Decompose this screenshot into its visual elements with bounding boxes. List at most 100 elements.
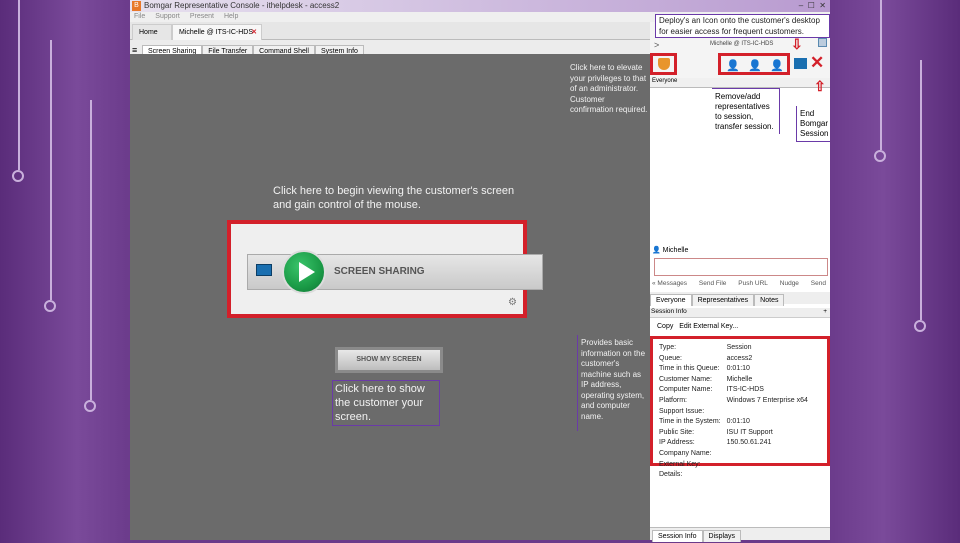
show-my-screen-button[interactable]: SHOW MY SCREEN [335,347,443,373]
messages-button[interactable]: « Messages [652,280,687,287]
session-info-table: Type: Session Queue: access2 Time in this Qu… [655,342,812,482]
tab-home[interactable]: Home [132,24,172,40]
nudge-button[interactable]: Nudge [780,280,799,287]
representatives-toolbar: 👤 👤 👤 [718,53,790,75]
chat-actions: « Messages Send File Push URL Nudge Send [652,280,830,287]
info-key: Details: [659,471,683,479]
circuit-node [874,150,886,162]
info-value: Session [726,344,752,351]
monitor-icon [256,264,272,276]
window-title: Bomgar Representative Console - ithelpde… [144,1,340,10]
menu-support[interactable]: Support [155,13,180,20]
close-window-button[interactable]: ✕ [819,1,826,10]
info-value: Windows 7 Enterprise x64 [726,396,808,404]
session-info-header: Session Info + [650,308,830,318]
session-info-row: Company Name: [657,450,810,459]
collapse-arrow-icon[interactable]: > [654,40,659,50]
info-value: ITS-IC-HDS [726,386,764,394]
info-key: Customer Name: [659,375,712,383]
send-file-button[interactable]: Send File [699,280,726,287]
circuit-line [880,0,882,150]
info-key: IP Address: [659,439,695,447]
bottom-tabs: Session Info Displays [650,527,830,542]
shield-icon [658,58,670,70]
circuit-node [914,320,926,332]
session-info-row: Computer Name: ITS-IC-HDS [657,386,810,395]
end-session-hint: End Bomgar Session [796,106,830,142]
menu-file[interactable]: File [134,13,145,20]
up-arrow-icon: ⇧ [814,78,826,94]
screen-sharing-panel: SCREEN SHARING ⚙ [227,220,543,318]
info-value: 0:01:10 [726,418,750,426]
send-button[interactable]: Send [811,280,826,287]
session-side-panel: > Michelle @ ITS-IC-HDS 👤 👤 👤 ✕ Everyone… [650,22,830,542]
tab-session[interactable]: Michelle @ ITS-IC-HDS ✕ [172,24,262,40]
info-key: Public Site: [659,428,695,436]
session-info-row: Type: Session [657,344,810,353]
tab-session-info[interactable]: Session Info [652,530,703,542]
detach-window-icon[interactable] [818,38,827,47]
add-representative-icon[interactable]: 👤 [726,59,740,72]
info-value: ISU IT Support [726,428,773,436]
session-info-hint: Provides basic information on the custom… [577,335,650,431]
info-value [725,461,810,470]
transfer-session-icon[interactable]: 👤 [748,59,762,72]
session-info-row: Platform: Windows 7 Enterprise x64 [657,397,810,406]
edit-external-key-button[interactable]: Edit External Key... [679,323,738,330]
representatives-hint: Remove/add representatives to session, t… [712,88,780,134]
push-url-button[interactable]: Push URL [738,280,768,287]
user-icon: 👤 [652,247,661,254]
tab-displays[interactable]: Displays [702,530,741,542]
show-my-screen-hint: Click here to show the customer your scr… [332,380,440,426]
session-info-row: Support Issue: [657,408,810,417]
info-value: access2 [726,354,753,362]
info-key: Time in the System: [659,418,721,426]
info-key: Type: [659,344,677,351]
tab-notes[interactable]: Notes [754,294,785,306]
info-value [725,471,810,480]
screen-sharing-hint: Click here to begin viewing the customer… [273,185,515,211]
customer-chat-label: 👤 Michelle [652,247,689,254]
session-info-row: Details: [657,471,810,480]
minimize-button[interactable]: – [799,1,803,10]
session-title: Michelle @ ITS-IC-HDS [710,41,774,47]
menu-present[interactable]: Present [190,13,214,20]
info-key: Computer Name: [659,386,713,394]
info-value [725,408,810,417]
chat-input[interactable] [654,258,828,276]
info-key: Company Name: [659,449,712,457]
menu-help[interactable]: Help [224,13,238,20]
bomgar-logo-icon: B [132,1,141,11]
screen-sharing-button[interactable]: SCREEN SHARING [247,250,543,294]
info-value: 0:01:10 [726,365,750,373]
tab-representatives[interactable]: Representatives [691,294,755,306]
down-arrow-icon: ⇩ [791,36,803,52]
deploy-desktop-icon[interactable] [794,58,807,69]
circuit-node [84,400,96,412]
copy-button[interactable]: Copy [657,323,673,330]
settings-gear-icon[interactable]: ⚙ [508,297,517,308]
info-key: External Key: [659,460,701,468]
end-session-icon[interactable]: ✕ [810,53,824,73]
circuit-line [920,60,922,320]
maximize-button[interactable]: ☐ [808,1,815,10]
session-info-actions: Copy Edit External Key... [657,323,738,330]
play-icon [282,250,326,294]
info-key: Platform: [659,396,688,404]
close-tab-icon[interactable]: ✕ [251,25,257,41]
tab-everyone[interactable]: Everyone [650,294,692,306]
circuit-node [44,300,56,312]
session-info-row: Queue: access2 [657,355,810,364]
remove-representative-icon[interactable]: 👤 [770,59,784,72]
info-value: 150.50.61.241 [726,439,772,447]
session-info-row: Customer Name: Michelle [657,376,810,385]
expand-icon[interactable]: + [823,308,827,315]
elevate-hint: Click here to elevate your privileges to… [570,63,648,114]
deploy-icon-hint: Deploy's an Icon onto the customer's des… [655,14,830,38]
circuit-line [90,100,92,400]
session-info-row: Time in the System: 0:01:10 [657,418,810,427]
info-key: Queue: [659,354,682,362]
elevate-button[interactable] [650,53,677,75]
chat-header: Everyone [650,78,830,88]
session-info-box: Type: Session Queue: access2 Time in this Qu… [650,336,830,478]
